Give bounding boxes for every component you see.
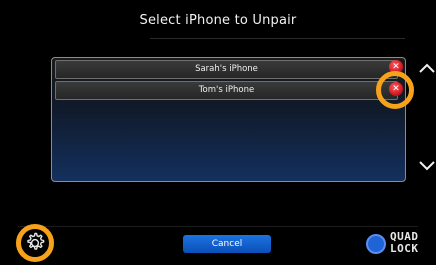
device-label: Tom's iPhone <box>198 85 255 95</box>
logo-text: QUAD LOCK <box>390 231 419 255</box>
device-list[interactable]: Sarah's iPhone Tom's iPhone <box>51 57 406 182</box>
list-item[interactable]: Tom's iPhone <box>55 81 398 100</box>
chevron-up-icon[interactable] <box>418 62 436 74</box>
list-item[interactable]: Sarah's iPhone <box>55 60 398 79</box>
footer-divider <box>18 226 418 227</box>
gear-icon[interactable] <box>23 231 47 255</box>
chevron-down-icon[interactable] <box>418 160 436 172</box>
highlight-ring <box>376 71 414 109</box>
page-title: Select iPhone to Unpair <box>139 13 297 28</box>
logo-mark <box>366 234 386 254</box>
logo-line-2: LOCK <box>390 242 419 255</box>
title-divider <box>150 38 405 39</box>
device-label: Sarah's iPhone <box>195 64 258 74</box>
cancel-button[interactable]: Cancel <box>183 235 271 253</box>
brand-logo: QUAD LOCK <box>364 230 434 258</box>
